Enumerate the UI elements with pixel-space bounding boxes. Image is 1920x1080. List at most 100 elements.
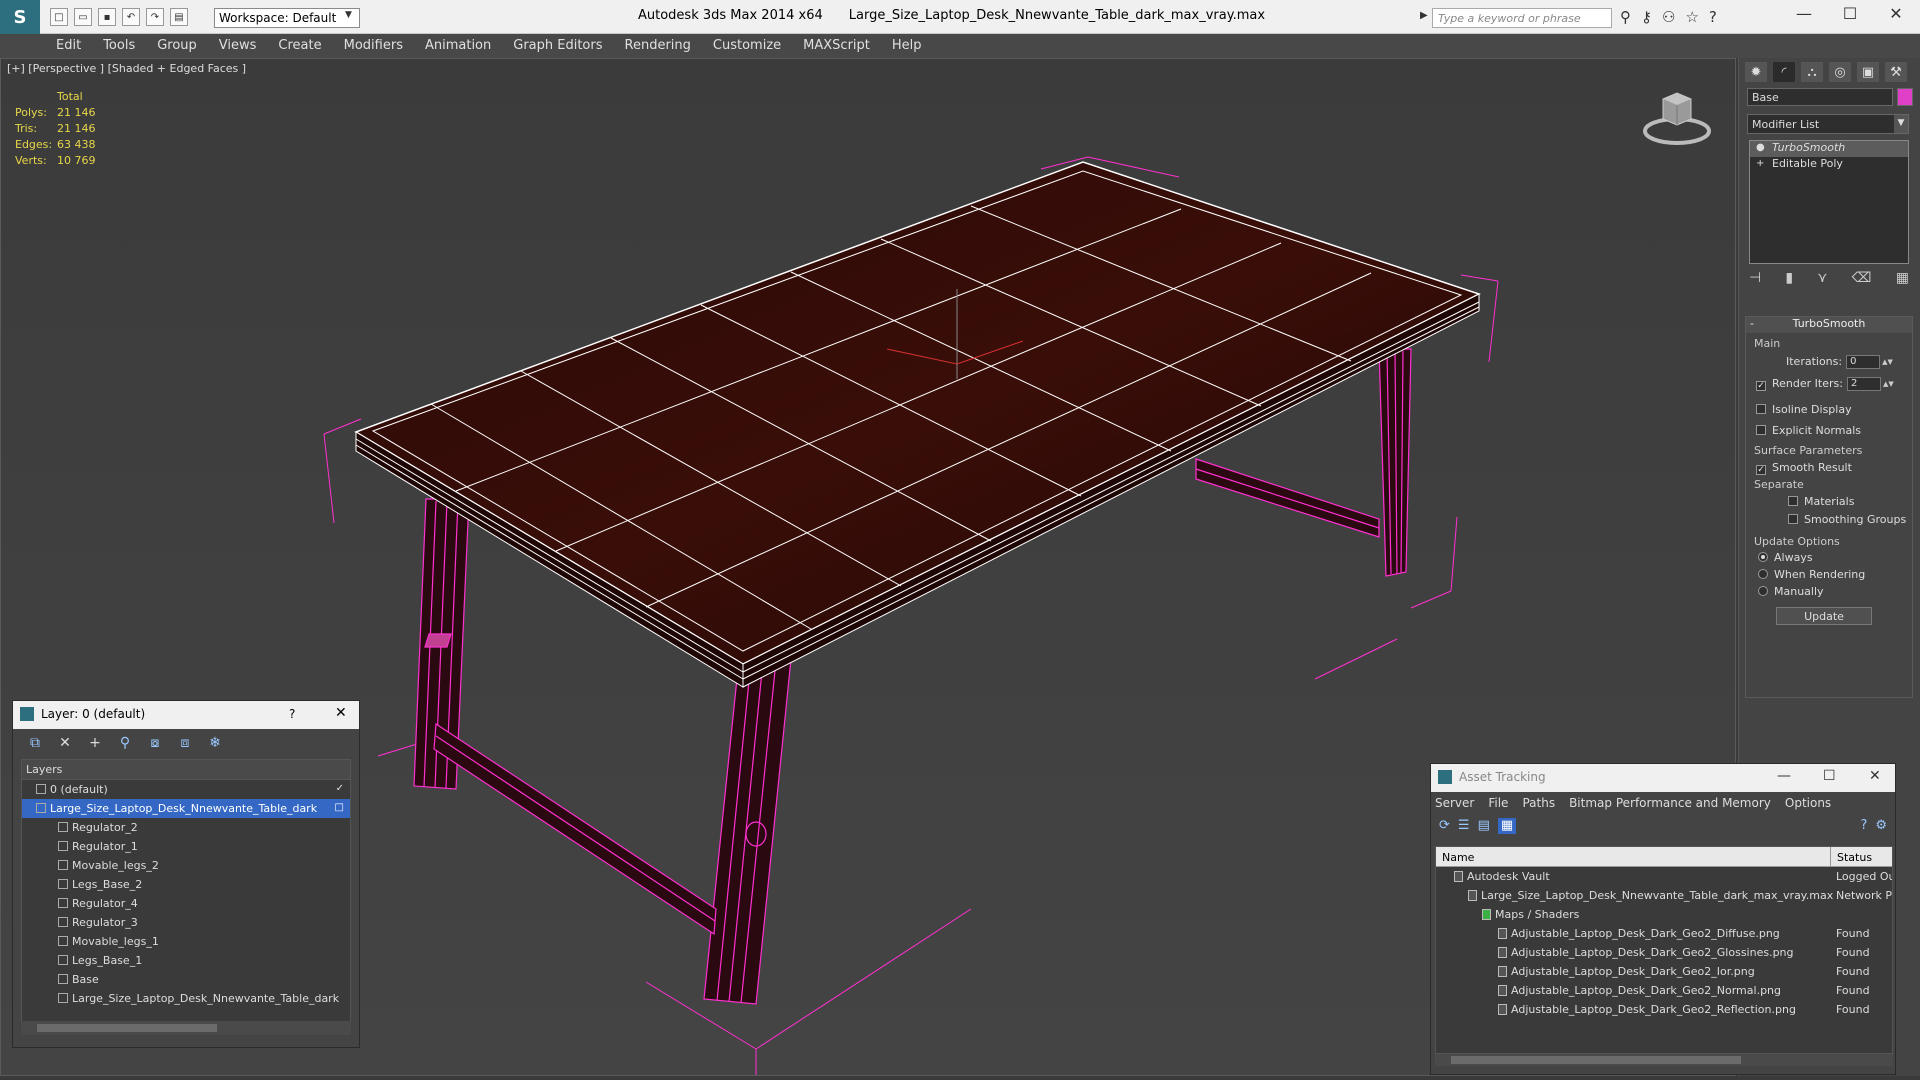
expand-icon[interactable]: + xyxy=(1756,158,1764,169)
hide-all-icon[interactable]: ⧈ xyxy=(175,735,195,751)
stack-item-turbosmooth[interactable]: ● TurboSmooth xyxy=(1750,141,1908,157)
object-row[interactable]: Base xyxy=(22,970,350,989)
freeze-all-icon[interactable]: ❄ xyxy=(205,735,225,751)
status-column-header[interactable]: Status xyxy=(1830,847,1872,867)
table-row[interactable]: Autodesk Vault Logged Ou xyxy=(1436,867,1892,886)
set-active-box-icon[interactable]: □ xyxy=(335,802,344,813)
viewport-label[interactable]: [+] [Perspective ] [Shaded + Edged Faces… xyxy=(7,62,246,75)
layer-row-table[interactable]: Large_Size_Laptop_Desk_Nnewvante_Table_d… xyxy=(22,799,350,818)
star-icon[interactable]: ☆ xyxy=(1685,8,1698,26)
menu-edit[interactable]: Edit xyxy=(56,34,93,58)
create-tab-icon[interactable]: ✹ xyxy=(1745,62,1767,82)
create-layer-icon[interactable]: ⧉ xyxy=(25,735,45,751)
menu-help[interactable]: Help xyxy=(892,34,934,58)
turbosmooth-rollout-header[interactable]: - TurboSmooth xyxy=(1746,317,1912,333)
menu-modifiers[interactable]: Modifiers xyxy=(344,34,415,58)
new-file-icon[interactable]: □ xyxy=(50,8,68,26)
chevron-down-icon[interactable]: ▼ xyxy=(345,10,352,20)
update-button[interactable]: Update xyxy=(1776,607,1872,625)
project-folder-icon[interactable]: ▤ xyxy=(170,8,188,26)
layer-row-default[interactable]: 0 (default) ✓ xyxy=(22,780,350,799)
asset-panel-header[interactable]: Asset Tracking — ☐ ✕ xyxy=(1431,764,1895,792)
workspace-dropdown[interactable]: Workspace: Default xyxy=(214,8,360,28)
menu-rendering[interactable]: Rendering xyxy=(625,34,703,58)
render-iters-checkbox[interactable]: ✓ xyxy=(1756,381,1766,391)
materials-checkbox[interactable]: Materials xyxy=(1788,495,1854,508)
pin-stack-icon[interactable]: ⊣ xyxy=(1749,270,1761,286)
help-icon[interactable]: ? xyxy=(1860,818,1867,834)
close-button[interactable]: ✕ xyxy=(1876,4,1916,23)
settings-icon[interactable]: ⚙ xyxy=(1875,818,1887,834)
object-row[interactable]: Regulator_3 xyxy=(22,913,350,932)
asset-horizontal-scrollbar[interactable] xyxy=(1435,1054,1893,1066)
table-row[interactable]: Adjustable_Laptop_Desk_Dark_Geo2_Glossin… xyxy=(1436,943,1892,962)
make-unique-icon[interactable]: ⋎ xyxy=(1817,270,1827,286)
binoculars-icon[interactable]: ⚲ xyxy=(1620,8,1631,26)
active-layer-check-icon[interactable]: ✓ xyxy=(336,783,344,794)
minimize-button[interactable]: — xyxy=(1784,4,1824,23)
object-row[interactable]: Movable_legs_2 xyxy=(22,856,350,875)
redo-icon[interactable]: ↷ xyxy=(146,8,164,26)
object-row[interactable]: Legs_Base_2 xyxy=(22,875,350,894)
menu-file[interactable]: File xyxy=(1488,796,1508,810)
menu-animation[interactable]: Animation xyxy=(425,34,503,58)
search-input[interactable]: Type a keyword or phrase xyxy=(1432,8,1612,28)
close-icon[interactable]: ✕ xyxy=(1869,768,1881,784)
maximize-button[interactable]: ☐ xyxy=(1830,4,1870,23)
menu-tools[interactable]: Tools xyxy=(103,34,147,58)
table-row[interactable]: Maps / Shaders xyxy=(1436,905,1892,924)
object-row[interactable]: Movable_legs_1 xyxy=(22,932,350,951)
lightbulb-icon[interactable]: ● xyxy=(1756,142,1765,153)
remove-modifier-icon[interactable]: ⌫ xyxy=(1852,270,1872,286)
chevron-down-icon[interactable]: ▼ xyxy=(1894,115,1908,133)
layer-horizontal-scrollbar[interactable] xyxy=(21,1021,351,1035)
close-icon[interactable]: ✕ xyxy=(335,705,347,721)
add-to-layer-icon[interactable]: + xyxy=(85,735,105,751)
menu-graph-editors[interactable]: Graph Editors xyxy=(513,34,614,58)
help-icon[interactable]: ? xyxy=(1709,8,1717,26)
iterations-spinner[interactable]: Iterations: 0 ▲▼ xyxy=(1786,355,1893,369)
app-logo-icon[interactable]: S xyxy=(0,0,40,34)
object-row[interactable]: Regulator_2 xyxy=(22,818,350,837)
show-end-result-icon[interactable]: ▮ xyxy=(1785,270,1793,286)
signin-icon[interactable]: ⚇ xyxy=(1662,8,1675,26)
manually-radio[interactable]: Manually xyxy=(1758,585,1824,598)
menu-customize[interactable]: Customize xyxy=(713,34,793,58)
object-row[interactable]: Legs_Base_1 xyxy=(22,951,350,970)
open-file-icon[interactable]: ▭ xyxy=(74,8,92,26)
table-row[interactable]: Adjustable_Laptop_Desk_Dark_Geo2_Ior.png… xyxy=(1436,962,1892,981)
name-column-header[interactable]: Name xyxy=(1442,851,1474,864)
save-icon[interactable]: ▪ xyxy=(98,8,116,26)
list-view-icon[interactable]: ☰ xyxy=(1458,818,1470,834)
render-iters-spinner[interactable]: ✓ Render Iters: 2 ▲▼ xyxy=(1756,377,1894,391)
object-row[interactable]: Regulator_1 xyxy=(22,837,350,856)
object-name-field[interactable]: Base xyxy=(1747,88,1893,106)
hierarchy-tab-icon[interactable]: ⛬ xyxy=(1801,62,1823,82)
utilities-tab-icon[interactable]: ⚒ xyxy=(1885,62,1907,82)
table-row[interactable]: Adjustable_Laptop_Desk_Dark_Geo2_Normal.… xyxy=(1436,981,1892,1000)
smoothing-groups-checkbox[interactable]: Smoothing Groups xyxy=(1788,513,1906,526)
scrollbar-thumb[interactable] xyxy=(37,1024,217,1032)
thumbnail-view-icon[interactable]: ▤ xyxy=(1478,818,1490,834)
select-objects-icon[interactable]: ⚲ xyxy=(115,735,135,751)
scrollbar-thumb[interactable] xyxy=(1451,1056,1741,1064)
layer-panel-header[interactable]: Layer: 0 (default) ? ✕ xyxy=(13,701,359,729)
menu-paths[interactable]: Paths xyxy=(1522,796,1555,810)
menu-group[interactable]: Group xyxy=(157,34,209,58)
modifier-list-dropdown[interactable]: Modifier List ▼ xyxy=(1747,114,1909,134)
undo-icon[interactable]: ↶ xyxy=(122,8,140,26)
explicit-normals-checkbox[interactable]: Explicit Normals xyxy=(1756,424,1861,437)
object-row[interactable]: Regulator_4 xyxy=(22,894,350,913)
when-rendering-radio[interactable]: When Rendering xyxy=(1758,568,1865,581)
layers-column-header[interactable]: Layers xyxy=(22,760,350,780)
table-view-icon[interactable]: ▦ xyxy=(1497,818,1517,834)
table-row[interactable]: Large_Size_Laptop_Desk_Nnewvante_Table_d… xyxy=(1436,886,1892,905)
object-row[interactable]: Large_Size_Laptop_Desk_Nnewvante_Table_d… xyxy=(22,989,350,1008)
modify-tab-icon[interactable]: ◜ xyxy=(1773,62,1795,82)
highlight-layer-icon[interactable]: ⧇ xyxy=(145,735,165,751)
menu-options[interactable]: Options xyxy=(1785,796,1831,810)
smooth-result-checkbox[interactable]: ✓ Smooth Result xyxy=(1756,461,1852,475)
menu-create[interactable]: Create xyxy=(278,34,333,58)
menu-server[interactable]: Server xyxy=(1435,796,1474,810)
viewcube-icon[interactable] xyxy=(1641,87,1713,147)
